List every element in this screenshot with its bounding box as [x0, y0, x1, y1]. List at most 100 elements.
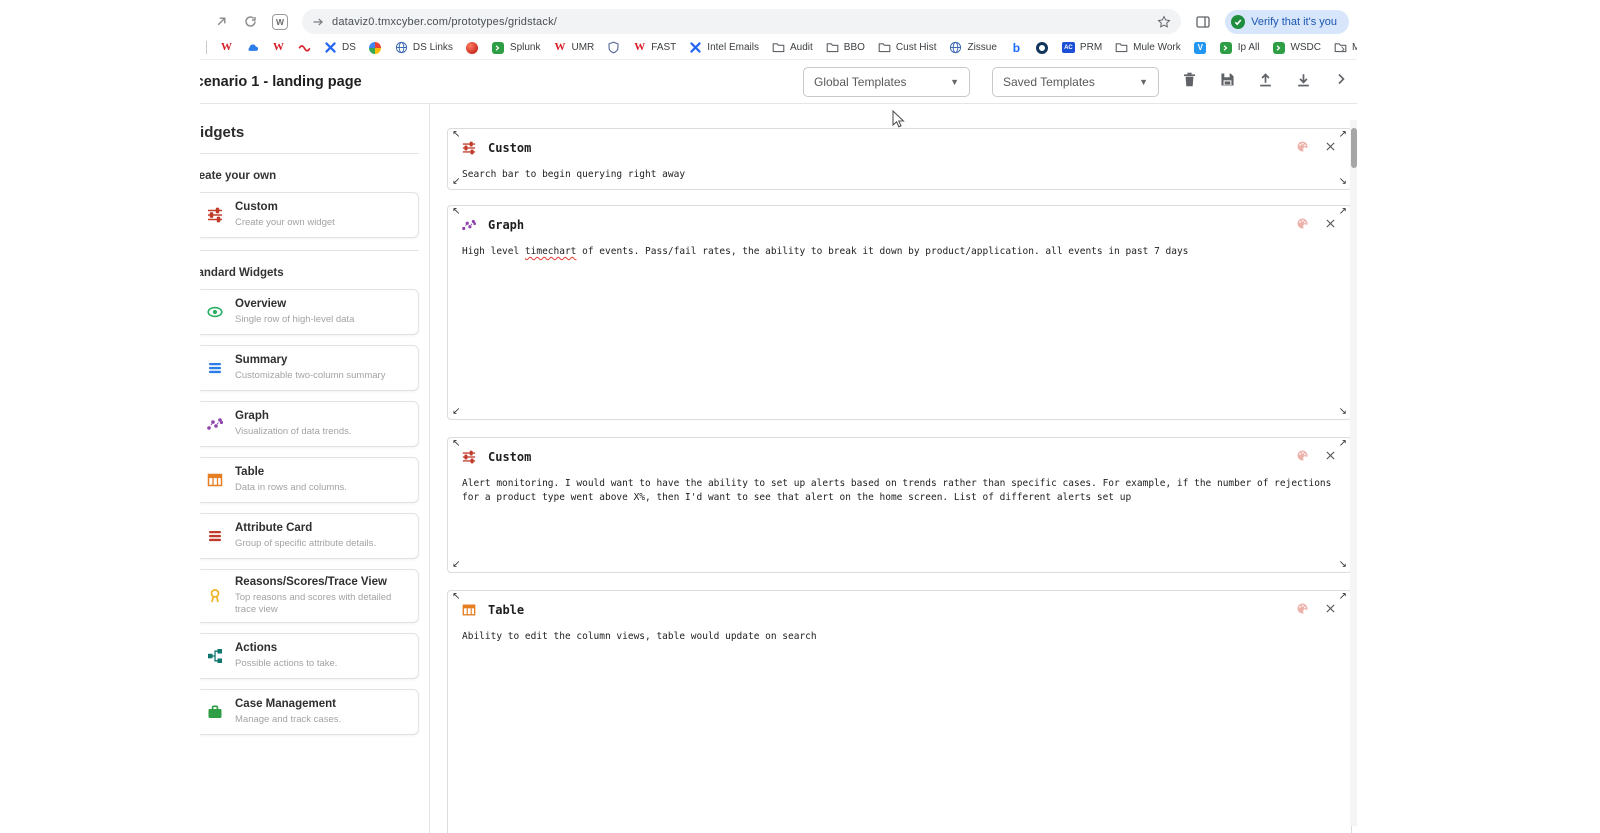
- mouse-cursor: [892, 110, 905, 128]
- sidebar-item-table[interactable]: Table Data in rows and columns.: [200, 457, 419, 503]
- sidebar-item-case-management[interactable]: Case Management Manage and track cases.: [200, 689, 419, 736]
- download-button[interactable]: [1295, 71, 1312, 93]
- workspace-extension-icon[interactable]: W: [272, 13, 288, 30]
- upload-button[interactable]: [1257, 71, 1274, 93]
- bookmark-ip-all[interactable]: Ip All: [1220, 41, 1259, 54]
- save-button[interactable]: [1219, 71, 1236, 93]
- bookmark-shield-blue[interactable]: [607, 41, 620, 54]
- widget-card-custom-1[interactable]: ↖ ↗ ↙ ↘ Custom Search bar to begin query…: [447, 128, 1352, 190]
- tune-red-icon: [207, 207, 223, 223]
- bookmark-splunk[interactable]: Splunk: [492, 41, 541, 54]
- chevron-right-icon[interactable]: [1333, 71, 1349, 92]
- widget-card-graph-2[interactable]: ↖ ↗ ↙ ↘ Graph High level timechart of ev…: [447, 205, 1352, 420]
- resize-handle-sw-icon[interactable]: ↙: [452, 177, 460, 187]
- card-close-button[interactable]: [1324, 447, 1337, 466]
- card-palette-button[interactable]: [1296, 215, 1309, 234]
- globe-icon: [395, 41, 408, 54]
- bookmark-b-blue[interactable]: b: [1010, 41, 1023, 54]
- bookmark-label: ML: [1352, 42, 1357, 53]
- grid-scrollbar-thumb[interactable]: [1350, 128, 1357, 168]
- app-body: Widgets Create your own Custom Create yo…: [200, 104, 1357, 833]
- bookmark-umr[interactable]: W UMR: [554, 41, 595, 54]
- bookmark-chrome-circle[interactable]: [369, 41, 382, 54]
- card-palette-button[interactable]: [1296, 600, 1309, 619]
- sidebar-item-actions[interactable]: Actions Possible actions to take.: [200, 633, 419, 680]
- bookmark-wave-red[interactable]: [298, 41, 311, 54]
- w-red-icon: W: [554, 41, 566, 53]
- saved-templates-select[interactable]: Saved Templates ▼: [992, 66, 1159, 97]
- global-templates-select[interactable]: Global Templates ▼: [803, 66, 970, 97]
- bookmark-mule-work[interactable]: Mule Work: [1115, 41, 1181, 54]
- sidebar-item-summary[interactable]: Summary Customizable two-column summary: [200, 345, 419, 391]
- page-title: Scenario 1 - landing page: [200, 73, 362, 90]
- bookmark-ds-links[interactable]: DS Links: [395, 41, 453, 54]
- x-blue-icon: [689, 41, 702, 54]
- tomato-icon: [466, 41, 479, 54]
- resize-handle-nw-icon[interactable]: ↖: [452, 592, 460, 602]
- bookmark-ml[interactable]: ML: [1334, 41, 1357, 54]
- bookmark-v-blue[interactable]: V: [1194, 41, 1207, 54]
- scatter-purple-icon: [462, 218, 476, 232]
- sidebar-section-label: Create your own: [200, 170, 277, 182]
- resize-handle-se-icon[interactable]: ↘: [1339, 177, 1347, 187]
- resize-handle-nw-icon[interactable]: ↖: [452, 130, 460, 140]
- resize-handle-ne-icon[interactable]: ↗: [1339, 439, 1347, 449]
- share-arrow-icon[interactable]: [214, 14, 229, 29]
- sidebar-item-overview[interactable]: Overview Single row of high-level data: [200, 289, 419, 335]
- widget-card-table-4[interactable]: ↖ ↗ ↙ ↘ Table Ability to edit the column…: [447, 590, 1352, 833]
- card-palette-button[interactable]: [1296, 138, 1309, 157]
- widget-description: Possible actions to take.: [235, 658, 338, 670]
- resize-handle-se-icon[interactable]: ↘: [1339, 407, 1347, 417]
- bookmark-ds[interactable]: DS: [324, 41, 356, 54]
- bookmark-fast[interactable]: W FAST: [633, 41, 676, 54]
- card-close-button[interactable]: [1324, 215, 1337, 234]
- bookmark-audit[interactable]: Audit: [772, 41, 813, 54]
- resize-handle-ne-icon[interactable]: ↗: [1339, 207, 1347, 217]
- resize-handle-sw-icon[interactable]: ↙: [452, 407, 460, 417]
- reload-icon[interactable]: [243, 14, 258, 29]
- card-palette-button[interactable]: [1296, 447, 1309, 466]
- card-close-button[interactable]: [1324, 138, 1337, 157]
- bookmark-intel-emails[interactable]: Intel Emails: [689, 41, 759, 54]
- bookmark-wsdc[interactable]: WSDC: [1272, 41, 1321, 54]
- bookmark-w-red[interactable]: W: [272, 41, 285, 54]
- url-bar[interactable]: dataviz0.tmxcyber.com/prototypes/gridsta…: [302, 9, 1182, 34]
- bookmark-cloud-blue[interactable]: [246, 41, 259, 54]
- bookmark-tomato[interactable]: [466, 41, 479, 54]
- terminal-green-icon: [1220, 41, 1233, 54]
- resize-handle-ne-icon[interactable]: ↗: [1339, 130, 1347, 140]
- sidebar-divider: [200, 250, 419, 251]
- bookmark-prm[interactable]: AC PRM: [1061, 41, 1102, 54]
- verify-identity-pill[interactable]: Verify that it's you: [1225, 9, 1349, 34]
- bookmark-w-red[interactable]: W: [220, 41, 233, 54]
- bookmark-bbo[interactable]: BBO: [826, 41, 865, 54]
- folder-icon: [772, 41, 785, 54]
- sidebar-item-reasons-scores-trace-view[interactable]: Reasons/Scores/Trace View Top reasons an…: [200, 569, 419, 624]
- bookmark-star-icon[interactable]: [1157, 14, 1171, 29]
- bookmark-zissue[interactable]: Zissue: [949, 41, 997, 54]
- bookmarks-overflow-chevron[interactable]: ›: [1340, 41, 1345, 55]
- bookmark-label: Splunk: [509, 42, 541, 53]
- resize-handle-sw-icon[interactable]: ↙: [452, 560, 460, 570]
- resize-handle-ne-icon[interactable]: ↗: [1339, 592, 1347, 602]
- delete-button[interactable]: [1181, 71, 1198, 93]
- widget-description: Top reasons and scores with detailed tra…: [235, 591, 392, 616]
- widget-title: Case Management: [235, 698, 336, 711]
- card-title: Graph: [488, 217, 525, 232]
- side-panel-icon[interactable]: [1195, 14, 1211, 30]
- widget-title: Graph: [235, 409, 269, 422]
- close-icon: [1324, 449, 1337, 462]
- sidebar-item-attribute-card[interactable]: Attribute Card Group of specific attribu…: [200, 513, 419, 559]
- card-close-button[interactable]: [1324, 600, 1337, 619]
- bookmark-cust-hist[interactable]: Cust Hist: [878, 41, 936, 54]
- resize-handle-se-icon[interactable]: ↘: [1339, 560, 1347, 570]
- grid-scrollbar[interactable]: [1350, 120, 1357, 826]
- sidebar-item-custom[interactable]: Custom Create your own widget: [200, 192, 419, 238]
- sidebar-item-graph[interactable]: Graph Visualization of data trends.: [200, 401, 419, 447]
- resize-handle-nw-icon[interactable]: ↖: [452, 207, 460, 217]
- widget-title: Reasons/Scores/Trace View: [235, 576, 387, 588]
- resize-handle-nw-icon[interactable]: ↖: [452, 439, 460, 449]
- sidebar-heading: Widgets: [200, 124, 245, 141]
- widget-card-custom-3[interactable]: ↖ ↗ ↙ ↘ Custom Alert monitoring. I would…: [447, 437, 1352, 573]
- bookmark-ring-navy[interactable]: [1036, 41, 1049, 54]
